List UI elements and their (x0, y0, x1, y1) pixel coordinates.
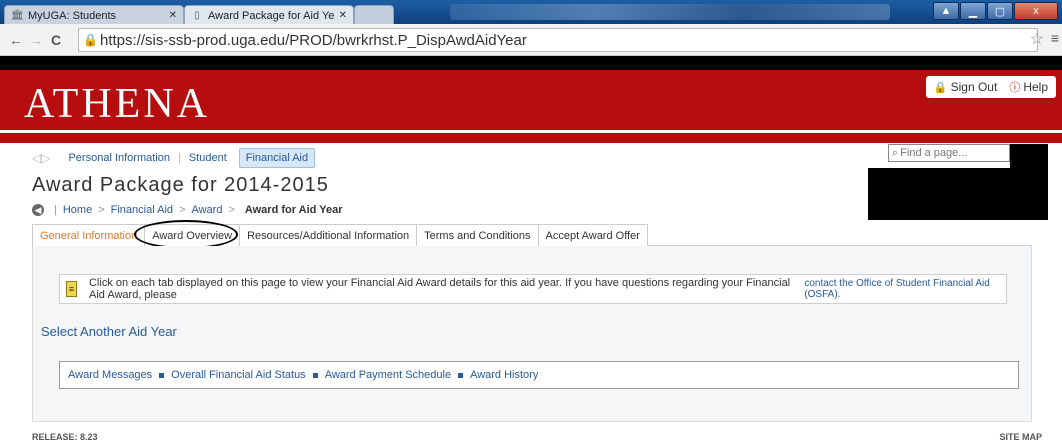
help-link[interactable]: ⓘ Help (997, 79, 1048, 95)
breadcrumb-current: Award for Aid Year (244, 204, 343, 216)
award-links-bar: Award Messages Overall Financial Aid Sta… (59, 361, 1019, 389)
breadcrumb-separator: > (98, 204, 105, 216)
site-map-link[interactable]: SITE MAP (999, 432, 1042, 442)
tab-content-panel: ≡ Click on each tab displayed on this pa… (32, 246, 1032, 422)
breadcrumb: ◀ | Home > Financial Aid > Award > Award… (32, 204, 342, 216)
athena-logo: ATHENA (24, 81, 210, 127)
sign-out-link[interactable]: 🔒 Sign Out (934, 80, 997, 94)
nav-arrows-icon[interactable]: ◁▷ (32, 151, 50, 165)
breadcrumb-home[interactable]: Home (63, 204, 92, 216)
close-icon[interactable]: ✕ (339, 10, 347, 21)
url-text: https://sis-ssb-prod.uga.edu/PROD/bwrkrh… (100, 31, 527, 49)
tab-general-information[interactable]: General Information (32, 224, 146, 246)
browser-tab-myuga[interactable]: 🏛 MyUGA: Students ✕ (4, 5, 184, 25)
window-controls: ▲ ▁ ▢ x (932, 2, 1058, 20)
header-bottom-bar (0, 133, 1062, 143)
browser-toolbar: ← → C 🔒 https://sis-ssb-prod.uga.edu/PRO… (0, 24, 1062, 56)
nav-student[interactable]: Student (183, 149, 233, 167)
bullet-separator (159, 372, 165, 378)
select-another-aid-year-link[interactable]: Select Another Aid Year (41, 324, 177, 339)
help-icon: ⓘ (1009, 82, 1021, 94)
reload-icon[interactable]: C (46, 32, 66, 48)
user-icon[interactable]: ▲ (933, 2, 959, 20)
close-icon[interactable]: ✕ (169, 10, 177, 21)
close-window-button[interactable]: x (1014, 2, 1058, 20)
help-label: Help (1023, 80, 1048, 94)
breadcrumb-separator: | (54, 204, 57, 216)
forward-arrow-icon[interactable]: → (26, 32, 46, 48)
sign-out-label: Sign Out (950, 80, 998, 94)
bullet-separator (312, 372, 318, 378)
blurred-area (450, 4, 890, 20)
back-arrow-icon[interactable]: ← (6, 32, 26, 48)
award-history-link[interactable]: Award History (470, 369, 538, 381)
breadcrumb-award[interactable]: Award (191, 204, 222, 216)
tab-terms-and-conditions[interactable]: Terms and Conditions (416, 224, 539, 246)
find-page-input[interactable]: ⌕ Find a page... (888, 144, 1010, 162)
header-links: 🔒 Sign Out ⓘ Help (925, 76, 1056, 98)
lock-icon: 🔒 (933, 81, 948, 94)
browser-tab-title: MyUGA: Students (28, 9, 117, 22)
main-nav: ◁▷ Personal Information | Student Financ… (32, 148, 316, 168)
address-bar[interactable]: 🔒 https://sis-ssb-prod.uga.edu/PROD/bwrk… (78, 28, 1038, 52)
contact-osfa-link[interactable]: contact the Office of Student Financial … (804, 278, 1006, 300)
breadcrumb-separator: > (228, 204, 235, 216)
header-top-bar (0, 56, 1062, 70)
page-title: Award Package for 2014-2015 (32, 174, 329, 196)
page-icon: ▯ (194, 9, 200, 21)
building-icon: 🏛 (11, 9, 24, 21)
nav-personal-information[interactable]: Personal Information (62, 149, 176, 167)
redaction-box (1010, 144, 1048, 168)
search-icon: ⌕ (892, 146, 899, 159)
lock-icon: 🔒 (83, 32, 98, 47)
payment-schedule-link[interactable]: Award Payment Schedule (325, 369, 451, 381)
tab-accept-award-offer[interactable]: Accept Award Offer (537, 224, 648, 246)
info-text: Click on each tab displayed on this page… (88, 277, 791, 301)
minimize-button[interactable]: ▁ (960, 2, 986, 20)
athena-banner: ATHENA 🔒 Sign Out ⓘ Help (0, 70, 1062, 130)
breadcrumb-separator: > (179, 204, 186, 216)
tab-award-overview[interactable]: Award Overview (144, 224, 241, 246)
bullet-separator (458, 372, 464, 378)
new-tab-button[interactable] (354, 5, 394, 25)
info-message: ≡ Click on each tab displayed on this pa… (59, 274, 1007, 304)
bookmark-star-icon[interactable]: ☆ (1030, 29, 1044, 49)
overall-status-link[interactable]: Overall Financial Aid Status (171, 369, 306, 381)
maximize-button[interactable]: ▢ (987, 2, 1013, 20)
back-circle-icon[interactable]: ◀ (32, 204, 44, 216)
release-label: RELEASE: 8.23 (32, 432, 98, 442)
note-icon: ≡ (66, 281, 77, 297)
menu-icon[interactable]: ≡ (1051, 30, 1059, 46)
breadcrumb-financial-aid[interactable]: Financial Aid (111, 204, 173, 216)
redaction-box (868, 168, 1048, 220)
browser-tab-title: Award Package for Aid Ye (208, 9, 335, 22)
find-page-placeholder: Find a page... (900, 147, 968, 159)
nav-financial-aid[interactable]: Financial Aid (238, 148, 316, 168)
tab-resources[interactable]: Resources/Additional Information (239, 224, 418, 246)
award-tabs: General Information Award Overview Resou… (32, 224, 1032, 246)
browser-titlebar: 🏛 MyUGA: Students ✕ ▯ Award Package for … (0, 0, 1062, 25)
browser-tab-award-package[interactable]: ▯ Award Package for Aid Ye ✕ (184, 5, 354, 25)
award-messages-link[interactable]: Award Messages (68, 369, 152, 381)
nav-separator: | (177, 152, 181, 164)
